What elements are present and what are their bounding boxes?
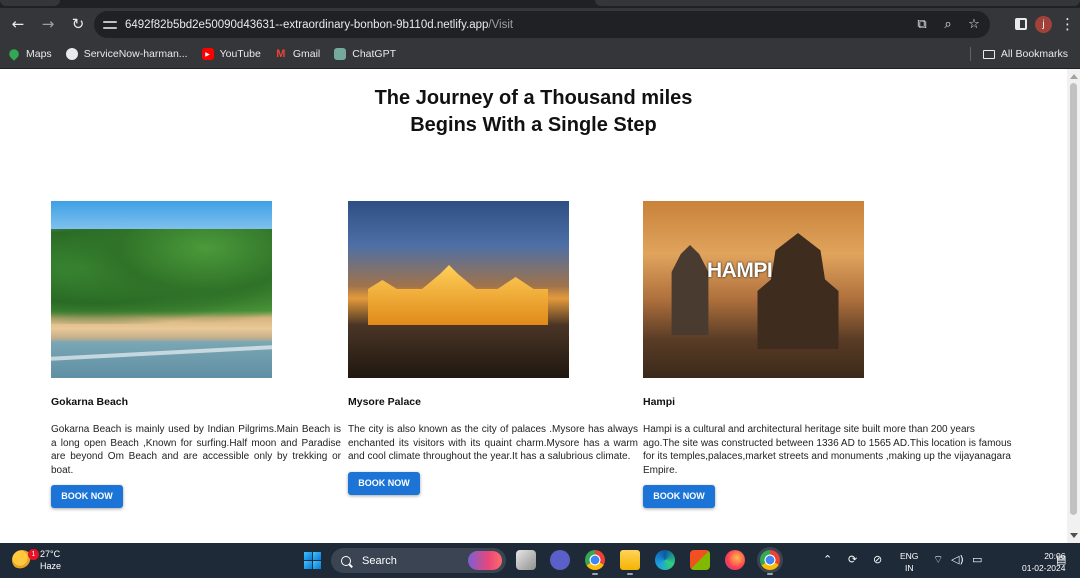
windows-start-icon[interactable] [304, 552, 321, 569]
bookmark-gmail[interactable]: M Gmail [275, 48, 320, 60]
servicenow-icon [65, 48, 78, 60]
card-description: The city is also known as the city of pa… [348, 424, 638, 462]
photo-wave [51, 345, 272, 361]
task-view-icon[interactable] [516, 550, 536, 570]
hampi-photo: HAMPI [643, 201, 864, 378]
destination-card-hampi: HAMPI Hampi Hampi is a cultural and arch… [643, 201, 1013, 508]
bookmark-label: ChatGPT [352, 48, 397, 60]
bookmark-star-icon[interactable]: ☆ [966, 17, 982, 32]
weather-widget[interactable]: 1 27°C Haze [12, 548, 61, 572]
forward-icon[interactable]: → [34, 10, 62, 38]
notification-badge: 1 [28, 549, 39, 560]
chatgpt-icon [334, 48, 347, 60]
scroll-down-arrow-icon[interactable] [1070, 533, 1078, 538]
destination-card-gokarna: Gokarna Beach Gokarna Beach is mainly us… [51, 201, 341, 508]
search-icon [341, 555, 351, 566]
card-description: Hampi is a cultural and architectural he… [643, 424, 1012, 476]
chrome-icon[interactable] [585, 550, 605, 575]
page-scrollbar[interactable] [1067, 69, 1080, 543]
bookmark-youtube[interactable]: ▶ YouTube [201, 48, 261, 60]
photo-caption: HAMPI [707, 259, 773, 282]
heading-line-2: Begins With a Single Step [410, 114, 657, 136]
weather-temperature: 27°C [40, 549, 61, 559]
book-now-button[interactable]: BOOK NOW [643, 485, 715, 508]
scroll-thumb[interactable] [1070, 83, 1077, 515]
gokarna-beach-photo [51, 201, 272, 378]
card-title: Hampi [643, 396, 676, 408]
reload-icon[interactable]: ↻ [64, 10, 92, 38]
destination-card-mysore: Mysore Palace The city is also known as … [348, 201, 638, 495]
bookmark-label: Maps [26, 48, 52, 60]
site-info-icon[interactable] [103, 19, 117, 31]
page-viewport: The Journey of a Thousand miles Begins W… [0, 69, 1080, 543]
weather-description: Haze [40, 561, 62, 571]
bookmark-label: Gmail [292, 48, 321, 60]
tab-strip [0, 0, 1080, 8]
folder-icon [982, 49, 995, 59]
card-title: Mysore Palace [348, 396, 421, 408]
notification-center-icon[interactable]: ▤ [1056, 553, 1066, 566]
url-path: /Visit [488, 18, 514, 31]
back-icon[interactable]: ← [4, 10, 32, 38]
bookmark-maps[interactable]: Maps [7, 47, 52, 61]
edge-icon[interactable] [655, 550, 675, 570]
address-bar[interactable]: 6492f82b5bd2e50090d43631--extraordinary-… [94, 11, 990, 38]
photo-hill [51, 229, 272, 324]
photo-stone-chariot [757, 233, 839, 349]
firefox-icon[interactable] [725, 550, 745, 570]
youtube-icon: ▶ [201, 48, 214, 60]
tab-edge-left[interactable] [0, 0, 60, 6]
lang-region: IN [904, 563, 914, 573]
book-now-button[interactable]: BOOK NOW [348, 471, 420, 495]
input-language[interactable]: ENG IN [900, 550, 918, 574]
battery-icon[interactable]: ▭ [972, 553, 982, 566]
gmail-icon: M [276, 48, 286, 60]
tray-overflow-icon[interactable]: ⌃ [823, 553, 832, 566]
card-description: Gokarna Beach is mainly used by Indian P… [51, 424, 341, 476]
windows-taskbar: 1 27°C Haze Search ⌃ ⟳ ⊘ ENG IN ⌔ ◁) ▭ 2… [0, 543, 1080, 578]
meet-chat-icon[interactable] [550, 550, 570, 570]
page-heading: The Journey of a Thousand miles Begins W… [0, 85, 1067, 139]
lang-code: ENG [900, 551, 919, 561]
photo-palace-building [368, 265, 548, 325]
volume-icon[interactable]: ◁) [951, 553, 964, 566]
all-bookmarks[interactable]: All Bookmarks [969, 40, 1068, 68]
heading-line-1: The Journey of a Thousand miles [374, 87, 693, 109]
sync-icon[interactable]: ⟳ [848, 553, 857, 566]
bookmark-label: YouTube [219, 48, 261, 60]
bookmarks-divider [969, 47, 971, 61]
browser-toolbar: ← → ↻ 6492f82b5bd2e50090d43631--extraord… [0, 8, 1080, 40]
chrome-profile-icon[interactable] [760, 550, 780, 575]
menu-dots-icon[interactable]: ⋮ [1060, 15, 1075, 33]
weather-sun-icon: 1 [12, 549, 39, 570]
url-text[interactable]: 6492f82b5bd2e50090d43631--extraordinary-… [125, 19, 513, 31]
book-now-button[interactable]: BOOK NOW [51, 485, 123, 508]
profile-avatar[interactable]: j [1035, 15, 1052, 33]
bookmarks-bar: Maps ServiceNow-harman... ▶ YouTube M Gmai… [0, 40, 1080, 68]
zoom-icon[interactable]: ⌕ [940, 17, 956, 32]
cast-icon[interactable]: ⧉ [914, 17, 930, 32]
url-host: 6492f82b5bd2e50090d43631--extraordinary-… [125, 18, 489, 31]
taskbar-search[interactable]: Search [331, 548, 506, 573]
mysore-palace-photo [348, 201, 569, 378]
bookmark-servicenow[interactable]: ServiceNow-harman... [65, 48, 188, 60]
tab-edge-right[interactable] [595, 0, 1080, 6]
bookmark-chatgpt[interactable]: ChatGPT [334, 48, 396, 60]
file-explorer-icon[interactable] [620, 550, 640, 575]
search-highlight-icon [468, 551, 502, 570]
store-icon[interactable] [690, 550, 710, 570]
network-disconnected-icon[interactable]: ⊘ [873, 553, 882, 566]
maps-icon [7, 47, 21, 61]
wifi-icon[interactable]: ⌔ [933, 553, 943, 567]
all-bookmarks-label: All Bookmarks [1000, 48, 1068, 60]
side-panel-icon[interactable] [1015, 18, 1027, 30]
search-label: Search [362, 554, 397, 567]
bookmark-label: ServiceNow-harman... [83, 48, 188, 60]
card-title: Gokarna Beach [51, 396, 129, 408]
scroll-up-arrow-icon[interactable] [1070, 74, 1078, 79]
